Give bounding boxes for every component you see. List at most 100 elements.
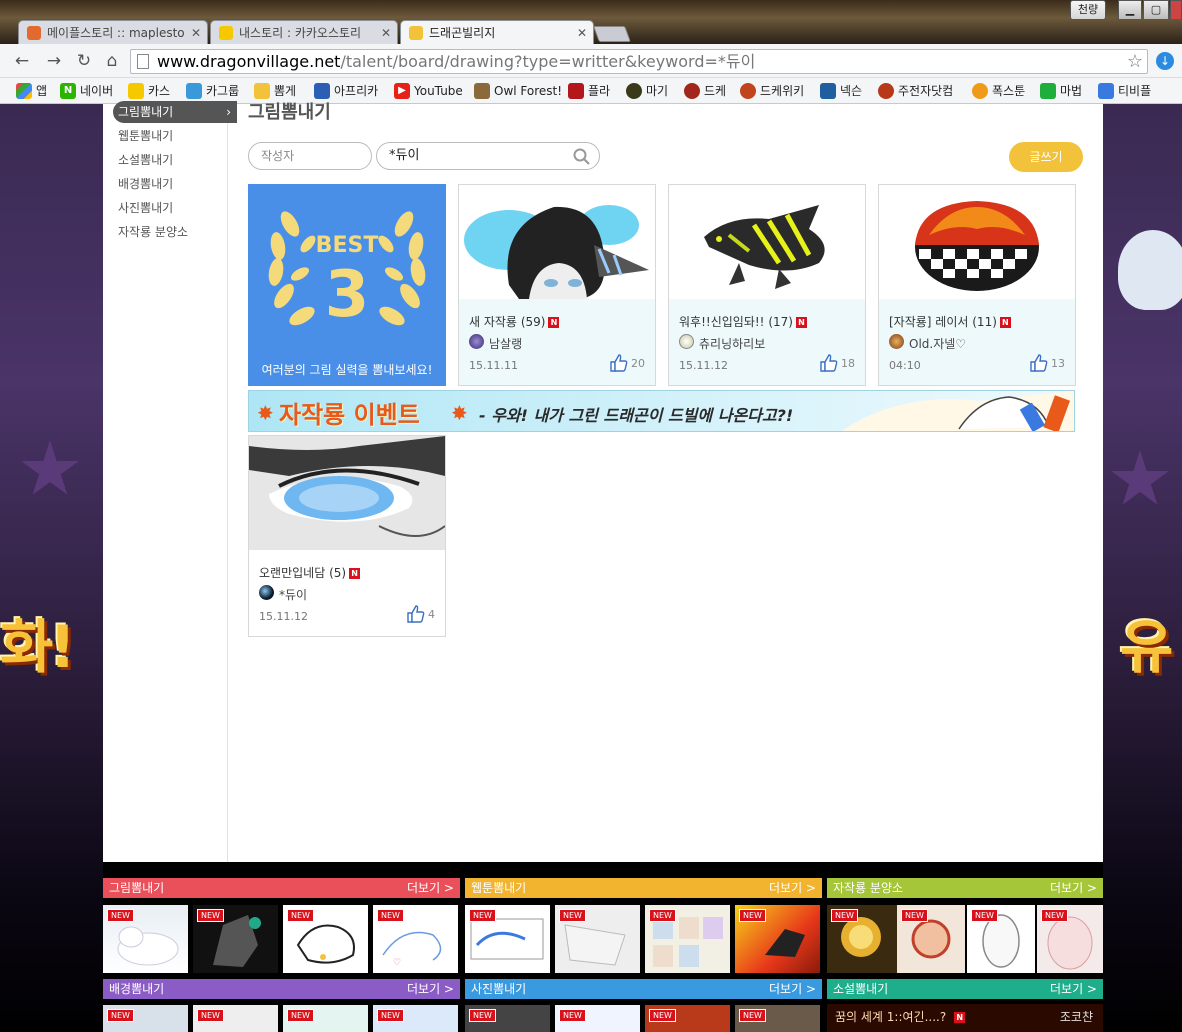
- footer-thumbnail[interactable]: NEW: [645, 1005, 730, 1032]
- novel-list-item[interactable]: 꿈의 세계 1::여긴....? N 조코챤: [827, 1004, 1103, 1032]
- new-badge: N: [954, 1012, 966, 1023]
- forward-arrow-icon[interactable]: →: [44, 51, 64, 71]
- new-tag: NEW: [649, 909, 676, 922]
- post-thumbnail[interactable]: [879, 185, 1075, 299]
- bookmark-tvple[interactable]: 티비플: [1098, 82, 1151, 100]
- user-profile-badge[interactable]: 천량: [1070, 0, 1106, 20]
- author-filter-select[interactable]: 작성자: [248, 142, 372, 170]
- bookmark-kagroup[interactable]: 카그룹: [186, 82, 239, 100]
- more-link[interactable]: 더보기 >: [769, 979, 816, 999]
- more-link[interactable]: 더보기 >: [1050, 878, 1097, 898]
- post-thumbnail[interactable]: [669, 185, 865, 299]
- bookmark-jujeonja[interactable]: 주전자닷컴: [878, 82, 953, 100]
- more-link[interactable]: 더보기 >: [407, 979, 454, 999]
- more-link[interactable]: 더보기 >: [407, 878, 454, 898]
- sidebar-item-photo[interactable]: 사진뽐내기: [113, 197, 238, 219]
- search-icon[interactable]: [573, 148, 591, 166]
- footer-thumbnail[interactable]: NEW: [103, 905, 188, 973]
- post-card[interactable]: 새 자작룡 (59) N 남살랭 15.11.11 20: [458, 184, 656, 386]
- post-thumbnail[interactable]: [249, 436, 445, 550]
- back-arrow-icon[interactable]: ←: [12, 51, 32, 71]
- footer-thumbnail[interactable]: NEW: [555, 1005, 640, 1032]
- home-icon[interactable]: ⌂: [102, 51, 122, 71]
- bookmark-foxtoon[interactable]: 폭스툰: [972, 82, 1025, 100]
- bookmark-mabeop[interactable]: 마법: [1040, 82, 1082, 100]
- bookmark-star-icon[interactable]: ☆: [1127, 51, 1143, 72]
- bookmark-kas[interactable]: 카스: [128, 82, 170, 100]
- more-link[interactable]: 더보기 >: [1050, 979, 1097, 999]
- new-tag: NEW: [107, 909, 134, 922]
- sidebar-item-background[interactable]: 배경뽐내기: [113, 173, 238, 195]
- close-icon[interactable]: ✕: [191, 21, 201, 44]
- post-title[interactable]: 워후!!신입임돠!! (17) N: [679, 313, 807, 330]
- footer-thumbnail[interactable]: NEW: [555, 905, 640, 973]
- bookmark-deuke-wiki[interactable]: 드케위키: [740, 82, 804, 100]
- new-badge: N: [349, 568, 361, 579]
- sidebar-item-dragon-adoption[interactable]: 자작룡 분양소: [113, 221, 238, 243]
- post-author[interactable]: Old.자넬♡: [889, 334, 966, 352]
- like-button[interactable]: 20: [609, 354, 645, 372]
- footer-thumbnail[interactable]: NEW: [193, 905, 278, 973]
- footer-thumbnail[interactable]: NEW: [897, 905, 965, 973]
- footer-thumbnail[interactable]: NEW: [283, 905, 368, 973]
- sidebar-item-webtoon[interactable]: 웹툰뽐내기: [113, 125, 238, 147]
- footer-thumbnail[interactable]: NEW: [1037, 905, 1103, 973]
- sidebar-item-drawing[interactable]: 그림뽐내기 ›: [113, 101, 237, 123]
- close-icon[interactable]: ✕: [577, 21, 587, 44]
- footer-thumbnail[interactable]: NEW: [103, 1005, 188, 1032]
- reload-icon[interactable]: ↻: [74, 51, 94, 71]
- search-input[interactable]: *듀이: [376, 142, 600, 170]
- event-banner[interactable]: ✸ 자작룡 이벤트 ✸ - 우와! 내가 그린 드래곤이 드빌에 나온다고?!: [248, 390, 1075, 432]
- best3-card[interactable]: BEST 3 여러분의 그림 실력을 뽐내보세요!: [248, 184, 446, 386]
- close-icon[interactable]: ✕: [381, 21, 391, 44]
- post-title[interactable]: [자작룡] 레이서 (11) N: [889, 313, 1011, 330]
- footer-thumbnail[interactable]: NEW: [373, 1005, 458, 1032]
- close-window-button[interactable]: [1170, 0, 1182, 20]
- minimize-button[interactable]: ▁: [1118, 0, 1142, 20]
- footer-thumbnail[interactable]: NEW: [735, 905, 820, 973]
- kakaostory-favicon: [219, 26, 233, 40]
- bookmark-deuke[interactable]: 드케: [684, 82, 726, 100]
- footer-thumbnail[interactable]: NEW: [193, 1005, 278, 1032]
- new-tab-button[interactable]: [593, 26, 631, 42]
- footer-thumbnail[interactable]: NEW: [283, 1005, 368, 1032]
- post-card[interactable]: [자작룡] 레이서 (11) N Old.자넬♡ 04:10 13: [878, 184, 1076, 386]
- post-card[interactable]: 워후!!신입임돠!! (17) N 츄리닝하리보 15.11.12 18: [668, 184, 866, 386]
- like-button[interactable]: 4: [406, 605, 435, 623]
- sidebar-item-novel[interactable]: 소설뽐내기: [113, 149, 238, 171]
- browser-tab-kakaostory[interactable]: 내스토리 : 카카오스토리 ✕: [210, 20, 398, 44]
- post-title[interactable]: 새 자작룡 (59) N: [469, 313, 560, 330]
- footer-thumbnail[interactable]: NEW: [735, 1005, 820, 1032]
- more-link[interactable]: 더보기 >: [769, 878, 816, 898]
- like-button[interactable]: 18: [819, 354, 855, 372]
- svg-text:♡: ♡: [393, 958, 401, 968]
- post-title[interactable]: 오랜만입네담 (5) N: [259, 564, 361, 581]
- post-author[interactable]: 츄리닝하리보: [679, 334, 765, 352]
- bookmark-pla[interactable]: 플라: [568, 82, 610, 100]
- post-author[interactable]: *듀이: [259, 585, 307, 603]
- tvple-icon: [1098, 83, 1114, 99]
- write-button[interactable]: 글쓰기: [1009, 142, 1083, 172]
- bookmark-naver[interactable]: N 네이버: [60, 82, 113, 100]
- footer-thumbnail[interactable]: NEW: [465, 1005, 550, 1032]
- browser-tab-dragonvillage[interactable]: 드래곤빌리지 ✕: [400, 20, 594, 44]
- download-icon[interactable]: ↓: [1156, 52, 1174, 70]
- footer-thumbnail[interactable]: NEW: [645, 905, 730, 973]
- new-tag: NEW: [739, 909, 766, 922]
- bookmark-youtube[interactable]: ▶ YouTube: [394, 82, 463, 100]
- footer-thumbnail[interactable]: NEW: [465, 905, 550, 973]
- like-button[interactable]: 13: [1029, 354, 1065, 372]
- footer-thumbnail[interactable]: NEW: [967, 905, 1035, 973]
- new-tag: NEW: [287, 909, 314, 922]
- bookmark-apps[interactable]: 앱: [16, 82, 47, 100]
- maximize-button[interactable]: ▢: [1143, 0, 1169, 20]
- bookmark-owl-forest[interactable]: Owl Forest!: [474, 82, 562, 100]
- bookmark-nexon[interactable]: 넥슨: [820, 82, 862, 100]
- browser-tab-maplestory[interactable]: 메이플스토리 :: maplesto ✕: [18, 20, 208, 44]
- address-bar[interactable]: www.dragonvillage.net/talent/board/drawi…: [130, 49, 1148, 74]
- footer-thumbnail[interactable]: ♡ NEW: [373, 905, 458, 973]
- post-author[interactable]: 남살랭: [469, 334, 522, 352]
- post-thumbnail[interactable]: [459, 185, 655, 299]
- post-card[interactable]: 오랜만입네담 (5) N *듀이 15.11.12 4: [248, 435, 446, 637]
- bookmark-magi[interactable]: 마기: [626, 82, 668, 100]
